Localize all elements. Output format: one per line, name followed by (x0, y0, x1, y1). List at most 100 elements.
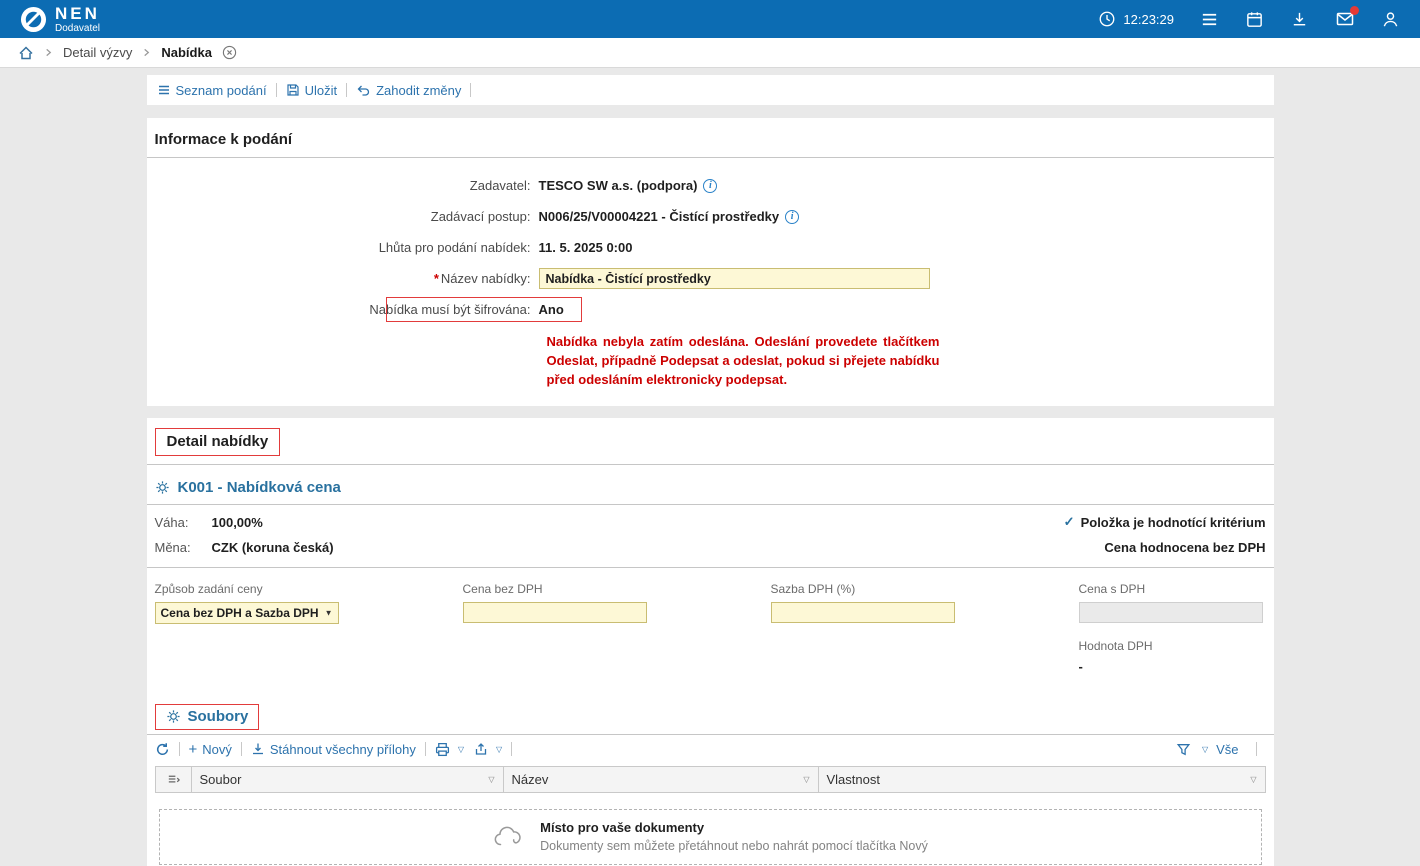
header-bar: NEN Dodavatel 12:23:29 (0, 0, 1420, 38)
files-toolbar: Nový Stáhnout všechny přílohy (147, 735, 1274, 762)
chevron-right-icon (44, 48, 53, 57)
column-chooser-icon[interactable] (156, 767, 192, 792)
vse-filter-button[interactable]: Vše (1216, 742, 1238, 757)
zadavatel-value: TESCO SW a.s. (podpora) (539, 178, 698, 193)
logo-subtext: Dodavatel (55, 24, 100, 34)
annotation-box: Detail nabídky (155, 428, 281, 456)
dropzone-subtitle: Dokumenty sem můžete přetáhnout nebo nah… (540, 839, 928, 853)
separator (179, 742, 180, 756)
row-mena: Měna: CZK (koruna česká) Cena hodnocena … (147, 535, 1274, 560)
calendar-icon[interactable] (1245, 10, 1264, 29)
menu-icon[interactable] (1200, 10, 1219, 29)
info-form: Zadavatel: TESCO SW a.s. (podpora) Zadáv… (147, 170, 1274, 390)
sazba-dph-input[interactable] (771, 602, 955, 623)
cloud-upload-icon (492, 825, 526, 849)
field-zpusob-zadani: Způsob zadání ceny Cena bez DPH a Sazba … (155, 582, 339, 674)
field-sifrovana: Nabídka musí být šifrována: Ano (147, 294, 1274, 325)
nazev-nabidky-label: Název nabídky: (441, 271, 531, 286)
nazev-nabidky-input[interactable] (539, 268, 930, 289)
page-body: Seznam podání Uložit Zahodit změny Infor… (0, 68, 1420, 866)
chevron-down-icon[interactable] (496, 745, 502, 754)
list-icon (157, 83, 171, 97)
required-mark: * (434, 271, 439, 286)
export-button[interactable] (474, 742, 502, 756)
home-icon[interactable] (18, 45, 34, 61)
hodnota-dph-value: - (1079, 659, 1263, 674)
dph-note: Cena hodnocena bez DPH (1104, 540, 1265, 555)
section-informace-k-podani: Informace k podání Zadavatel: TESCO SW a… (147, 118, 1274, 406)
mena-label: Měna: (155, 540, 212, 555)
zpusob-select-wrap: Cena bez DPH a Sazba DPH (155, 602, 339, 624)
separator (1256, 742, 1257, 756)
filter-button[interactable] (1176, 742, 1191, 757)
dropzone-title: Místo pro vaše dokumenty (540, 820, 928, 835)
info-icon[interactable] (703, 179, 717, 193)
price-form: Způsob zadání ceny Cena bez DPH a Sazba … (155, 582, 1266, 674)
novy-button[interactable]: Nový (189, 742, 232, 757)
nen-logo[interactable]: NEN Dodavatel (20, 5, 100, 34)
mail-icon[interactable] (1335, 9, 1355, 29)
document-dropzone[interactable]: Místo pro vaše dokumenty Dokumenty sem m… (159, 809, 1262, 865)
mail-badge (1350, 6, 1359, 15)
seznam-podani-button[interactable]: Seznam podání (157, 83, 267, 98)
kriterium-note: Položka je hodnotící kritérium (1064, 514, 1266, 530)
column-header-soubor[interactable]: Soubor (192, 767, 504, 792)
vaha-label: Váha: (155, 515, 212, 530)
discard-changes-button[interactable]: Zahodit změny (356, 83, 461, 98)
zpusob-select[interactable]: Cena bez DPH a Sazba DPH (155, 602, 339, 624)
soubory-header: Soubory (147, 704, 1274, 735)
info-icon[interactable] (785, 210, 799, 224)
field-cena-s-dph: Cena s DPH Hodnota DPH - (1079, 582, 1263, 674)
zadavaci-postup-value: N006/25/V00004221 - Čistící prostředky (539, 209, 780, 224)
print-button[interactable] (435, 742, 464, 757)
sifrovana-label: Nabídka musí být šifrována: (147, 302, 539, 317)
sazba-dph-label: Sazba DPH (%) (771, 582, 955, 596)
separator (470, 83, 471, 97)
separator (425, 742, 426, 756)
breadcrumb-item-nabidka: Nabídka (161, 45, 212, 60)
refresh-button[interactable] (155, 742, 170, 757)
refresh-icon (155, 742, 170, 757)
cena-s-dph-label: Cena s DPH (1079, 582, 1263, 596)
mena-value: CZK (koruna česká) (212, 540, 334, 555)
separator (276, 83, 277, 97)
gears-icon (155, 480, 170, 495)
download-icon[interactable] (1290, 10, 1309, 29)
save-icon (286, 83, 300, 97)
field-lhuta: Lhůta pro podání nabídek: 11. 5. 2025 0:… (147, 232, 1274, 263)
column-header-nazev[interactable]: Název (504, 767, 819, 792)
close-icon[interactable] (222, 45, 237, 60)
files-table-header: Soubor Název Vlastnost (155, 766, 1266, 793)
stahnout-prilohy-button[interactable]: Stáhnout všechny přílohy (251, 742, 416, 757)
command-toolbar: Seznam podání Uložit Zahodit změny (147, 75, 1274, 105)
chevron-down-icon[interactable] (1202, 745, 1208, 754)
chevron-right-icon (142, 48, 151, 57)
filter-dropdown-icon[interactable] (1250, 775, 1256, 784)
chevron-down-icon[interactable] (458, 745, 464, 754)
save-button[interactable]: Uložit (286, 83, 338, 98)
gears-icon (166, 709, 181, 724)
not-sent-warning: Nabídka nebyla zatím odeslána. Odeslání … (547, 333, 940, 390)
section-header: Informace k podání (147, 118, 1274, 158)
detail-header: Detail nabídky (147, 418, 1274, 465)
clock-icon (1098, 10, 1116, 28)
filter-dropdown-icon[interactable] (803, 775, 809, 784)
separator (511, 742, 512, 756)
lhuta-value: 11. 5. 2025 0:00 (539, 240, 633, 255)
funnel-icon (1176, 742, 1191, 757)
filter-dropdown-icon[interactable] (488, 775, 494, 784)
check-icon (1064, 514, 1075, 530)
field-hodnota-dph: Hodnota DPH - (1079, 639, 1263, 674)
k001-title: K001 - Nabídková cena (178, 479, 341, 496)
divider (147, 567, 1274, 568)
field-sazba-dph: Sazba DPH (%) (771, 582, 955, 674)
column-header-vlastnost[interactable]: Vlastnost (819, 767, 1265, 792)
detail-title: Detail nabídky (167, 433, 269, 450)
cena-bez-dph-input[interactable] (463, 602, 647, 623)
user-icon[interactable] (1381, 10, 1400, 29)
cena-bez-dph-label: Cena bez DPH (463, 582, 647, 596)
time-display: 12:23:29 (1123, 12, 1174, 27)
soubory-title: Soubory (188, 708, 249, 725)
breadcrumb-item-detail-vyzvy[interactable]: Detail výzvy (63, 45, 132, 60)
download-icon (251, 742, 265, 756)
